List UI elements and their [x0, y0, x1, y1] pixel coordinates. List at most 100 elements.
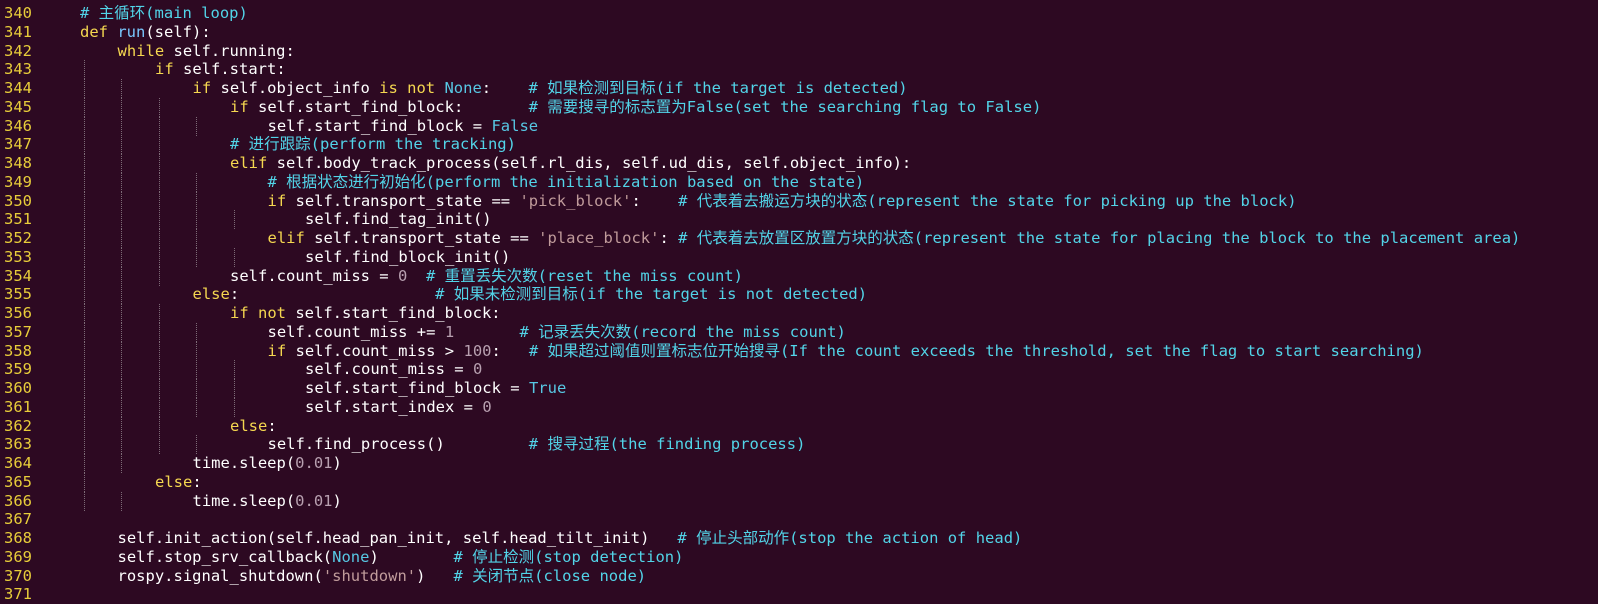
code-line[interactable]: 352 elif self.transport_state == 'place_b…	[0, 229, 1598, 248]
code-line[interactable]: 340 # 主循环(main loop)	[0, 4, 1598, 23]
code-line[interactable]: 354 self.count_miss = 0 # 重置丢失次数(reset th…	[0, 266, 1598, 286]
indent-guide	[121, 266, 122, 286]
code-line[interactable]: 355 else: # 如果未检测到目标(if the target is not…	[0, 285, 1598, 305]
code-token: run	[117, 22, 146, 41]
indent-guide	[83, 360, 85, 380]
code-line[interactable]: 346 self.start_find_block = False	[0, 116, 1598, 136]
code-line[interactable]: 366 time.sleep(0.01)	[0, 491, 1598, 511]
code-token: # 如果检测到目标(if the target is detected)	[528, 79, 908, 97]
code-line[interactable]: 347 # 进行跟踪(perform the tracking)	[0, 135, 1598, 155]
code-token: is not	[379, 79, 445, 97]
indent-guide	[83, 304, 85, 323]
indent-guide	[196, 322, 197, 342]
code-token: 0.01	[295, 491, 333, 510]
code-line[interactable]: 357 self.count_miss += 1 # 记录丢失次数(record …	[0, 322, 1598, 342]
code-text: self.stop_srv_callback(None) # 停止检测(stop…	[118, 548, 684, 567]
code-line[interactable]: 365 else:	[0, 472, 1598, 492]
code-token: self.find_process()	[267, 435, 529, 454]
code-token: elif	[267, 229, 315, 247]
code-text: if not self.start_find_block:	[230, 304, 501, 323]
indent-guide	[121, 191, 122, 211]
code-line[interactable]: 369 self.stop_srv_callback(None) # 停止检测(s…	[0, 548, 1598, 567]
code-token: 0	[397, 266, 408, 285]
indent-guide	[158, 304, 160, 323]
indent-guide	[196, 435, 197, 455]
code-line[interactable]: 343 if self.start:	[0, 60, 1598, 80]
indent-guide	[196, 229, 197, 248]
code-token: :	[192, 472, 202, 491]
indent-guide	[158, 266, 160, 286]
line-number: 342	[4, 41, 32, 60]
code-token: # 如果超过阈值则置标志位开始搜寻(If the count exceeds t…	[528, 341, 1424, 360]
indent-guide	[233, 247, 235, 267]
code-token: self.start_find_block =	[267, 116, 492, 135]
indent-guide	[196, 341, 197, 361]
line-number: 361	[4, 397, 32, 416]
code-line[interactable]: 362 else:	[0, 416, 1598, 436]
code-editor[interactable]: 340 # 主循环(main loop) 341 def run(self): 342 w…	[0, 0, 1598, 604]
code-token: 0	[472, 360, 483, 379]
indent-guide	[233, 379, 235, 398]
code-line[interactable]: 363 self.find_process() # 搜寻过程(the findin…	[0, 435, 1598, 455]
code-token: 'place_block'	[538, 229, 660, 247]
indent-guide	[121, 341, 122, 361]
code-line[interactable]: 341 def run(self):	[0, 23, 1598, 42]
code-line[interactable]: 360 self.start_find_block = True	[0, 379, 1598, 398]
line-number: 366	[4, 491, 32, 510]
code-line[interactable]: 350 if self.transport_state == 'pick_bloc…	[0, 191, 1598, 211]
code-token: )	[416, 566, 454, 585]
code-text: elif self.transport_state == 'place_bloc…	[268, 229, 1521, 248]
code-text: self.start_index = 0	[305, 398, 492, 417]
code-line[interactable]: 368 self.init_action(self.head_pan_init, …	[0, 529, 1598, 548]
code-token: self.stop_srv_callback(	[117, 547, 333, 566]
code-token: False	[491, 116, 539, 135]
code-line[interactable]: 353 self.find_block_init()	[0, 247, 1598, 267]
code-token: 0.01	[295, 454, 333, 472]
indent-guide	[83, 435, 85, 455]
line-number: 348	[4, 154, 32, 172]
code-token: self.start_find_block:	[295, 304, 501, 322]
code-text: time.sleep(0.01)	[193, 492, 342, 511]
indent-guide	[158, 116, 160, 136]
code-line[interactable]: 364 time.sleep(0.01)	[0, 454, 1598, 473]
indent-guide	[196, 397, 197, 417]
code-line[interactable]: 348 elif self.body_track_process(self.rl_…	[0, 154, 1598, 173]
indent-guide	[83, 154, 85, 173]
code-line[interactable]: 371	[0, 585, 1598, 604]
code-token: :	[229, 285, 436, 304]
indent-guide	[196, 247, 197, 267]
indent-guide	[83, 229, 85, 248]
code-token: self.count_miss +=	[267, 322, 445, 341]
code-token: if not	[230, 304, 296, 322]
code-line[interactable]: 361 self.start_index = 0	[0, 397, 1598, 417]
code-line[interactable]: 344 if self.object_info is not None: # 如果…	[0, 79, 1598, 98]
indent-guide	[83, 172, 85, 192]
indent-guide	[196, 116, 197, 136]
indent-guide	[83, 341, 85, 361]
code-token: self.body_track_process(self.rl_dis, sel…	[276, 154, 912, 172]
indent-guide	[158, 229, 160, 248]
code-line[interactable]: 342 while self.running:	[0, 42, 1598, 61]
indent-guide	[121, 97, 122, 117]
indent-guide	[83, 322, 85, 342]
code-line[interactable]: 356 if not self.start_find_block:	[0, 304, 1598, 323]
code-line[interactable]: 358 if self.count_miss > 100: # 如果超过阈值则置标…	[0, 341, 1598, 361]
code-line[interactable]: 359 self.count_miss = 0	[0, 360, 1598, 380]
code-token: )	[332, 491, 342, 510]
line-number: 345	[4, 97, 32, 116]
code-text: self.start_find_block = True	[305, 379, 566, 398]
code-line[interactable]: 367	[0, 510, 1598, 529]
code-line[interactable]: 349 # 根据状态进行初始化(perform the initializatio…	[0, 172, 1598, 192]
indent-guide	[83, 491, 85, 511]
indent-guide	[158, 416, 160, 436]
code-line[interactable]: 345 if self.start_find_block: # 需要搜寻的标志置为…	[0, 97, 1598, 117]
code-token: # 关闭节点(close node)	[453, 566, 647, 585]
code-token: :	[631, 191, 679, 210]
code-token: elif	[230, 154, 277, 172]
indent-guide	[121, 322, 122, 342]
code-line[interactable]: 351 self.find_tag_init()	[0, 210, 1598, 230]
code-line[interactable]: 370 rospy.signal_shutdown('shutdown') # 关…	[0, 567, 1598, 586]
indent-guide	[83, 135, 85, 155]
indent-guide	[83, 454, 85, 473]
